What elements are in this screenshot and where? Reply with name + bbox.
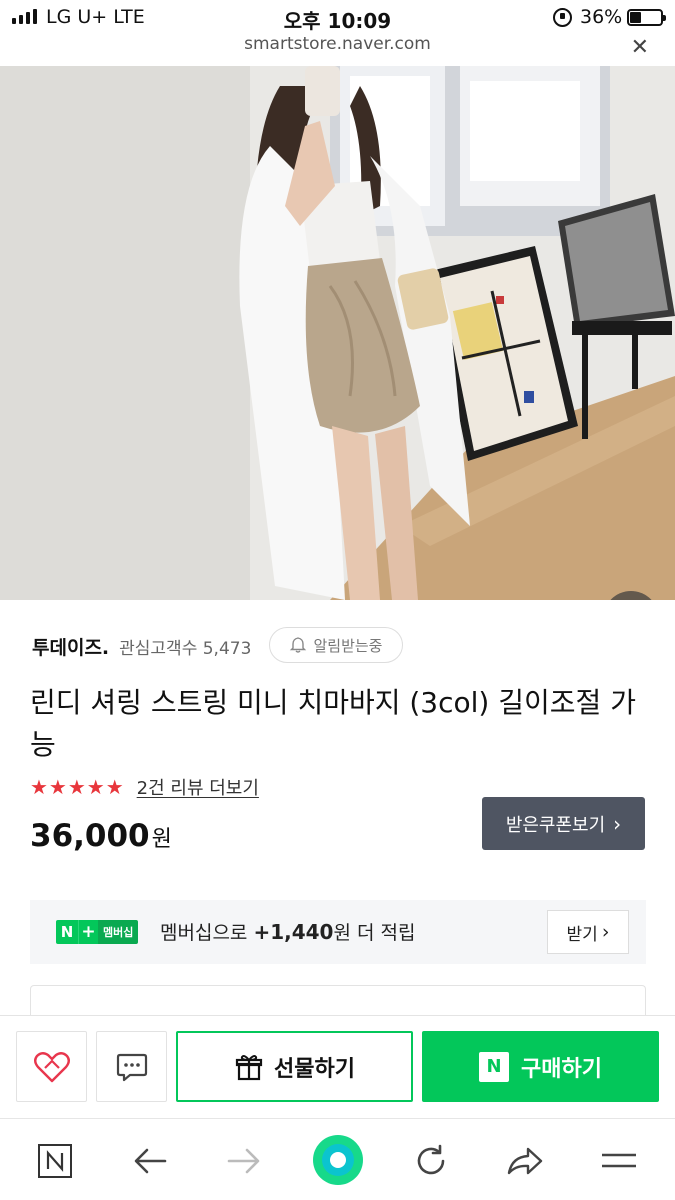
membership-box: N + 멤버십 멤버십으로 +1,440원 더 적립 받기 ›	[30, 900, 646, 964]
back-arrow-glyph	[134, 1148, 167, 1174]
price-value: 36,000	[30, 818, 150, 854]
alarm-button[interactable]: 알림받는중	[269, 627, 403, 663]
gift-button[interactable]: 선물하기	[176, 1031, 413, 1102]
fan-count: 관심고객수 5,473	[119, 638, 252, 659]
green-dot-glyph	[313, 1135, 363, 1185]
price-unit: 원	[151, 827, 172, 852]
green-dot-icon[interactable]	[309, 1131, 367, 1189]
price: 36,000 원	[30, 818, 172, 854]
coupon-button[interactable]: 받은쿠폰보기 ›	[482, 797, 645, 850]
talk-button[interactable]	[96, 1031, 167, 1102]
membership-text: 멤버십으로 +1,440원 더 적립	[160, 918, 415, 945]
like-button[interactable]	[16, 1031, 87, 1102]
badge-n: N	[56, 920, 78, 944]
naver-pay-logo: N	[479, 1051, 510, 1082]
magnifier-icon	[603, 591, 659, 600]
browser-toolbar	[0, 1118, 675, 1200]
star-rating: ★★★★★	[30, 775, 125, 799]
orientation-lock-icon	[553, 8, 572, 27]
naver-home-icon[interactable]	[33, 1139, 77, 1183]
forward-arrow-icon[interactable]	[222, 1139, 266, 1183]
zoom-button[interactable]	[603, 591, 659, 600]
refresh-icon[interactable]	[409, 1139, 453, 1183]
chat-icon	[116, 1053, 147, 1081]
gift-icon	[235, 1054, 263, 1080]
forward-arrow-glyph	[227, 1148, 260, 1174]
receive-label: 받기	[566, 924, 598, 945]
heart-icon	[33, 1051, 70, 1082]
membership-suffix: 원 더 적립	[333, 922, 416, 944]
membership-badge: N + 멤버십	[56, 920, 139, 944]
close-icon[interactable]: ✕	[631, 37, 649, 59]
store-name[interactable]: 투데이즈.	[32, 633, 109, 660]
purchase-action-bar: 선물하기 N 구매하기	[0, 1015, 675, 1118]
gift-label: 선물하기	[274, 1056, 355, 1082]
chevron-right-icon: ›	[613, 811, 622, 836]
bell-icon	[290, 637, 307, 653]
share-glyph	[507, 1147, 543, 1175]
battery-icon	[627, 9, 666, 26]
buy-label: 구매하기	[521, 1056, 602, 1082]
buy-button[interactable]: N 구매하기	[422, 1031, 659, 1102]
badge-text: 멤버십	[98, 920, 139, 944]
menu-icon[interactable]	[597, 1139, 641, 1183]
naver-home-glyph	[38, 1144, 72, 1178]
membership-amount: +1,440	[253, 920, 334, 944]
url-bar[interactable]: smartstore.naver.com	[0, 34, 675, 66]
rating-row: ★★★★★ 2건 리뷰 더보기	[30, 774, 259, 800]
product-photo-illustration	[0, 66, 675, 600]
status-time: 오후 10:09	[283, 9, 392, 33]
back-arrow-icon[interactable]	[128, 1139, 172, 1183]
share-icon[interactable]	[503, 1139, 547, 1183]
product-title: 린디 셔링 스트링 미니 치마바지 (3col) 길이조절 가능	[30, 686, 636, 761]
menu-glyph	[602, 1153, 636, 1168]
product-image[interactable]	[0, 66, 675, 600]
chevron-right-icon: ›	[601, 921, 610, 943]
review-link[interactable]: 2건 리뷰 더보기	[137, 774, 259, 800]
coupon-label: 받은쿠폰보기	[505, 814, 606, 836]
receive-button[interactable]: 받기 ›	[547, 910, 629, 954]
status-bar: LG U+ LTE 오후 10:09 36%	[0, 0, 675, 34]
battery-percent: 36%	[580, 6, 623, 28]
refresh-glyph	[417, 1144, 445, 1175]
store-row: 투데이즈. 관심고객수 5,473	[32, 630, 251, 662]
membership-prefix: 멤버십으로	[160, 922, 254, 944]
badge-plus: +	[78, 920, 98, 944]
alarm-label: 알림받는중	[313, 636, 383, 655]
